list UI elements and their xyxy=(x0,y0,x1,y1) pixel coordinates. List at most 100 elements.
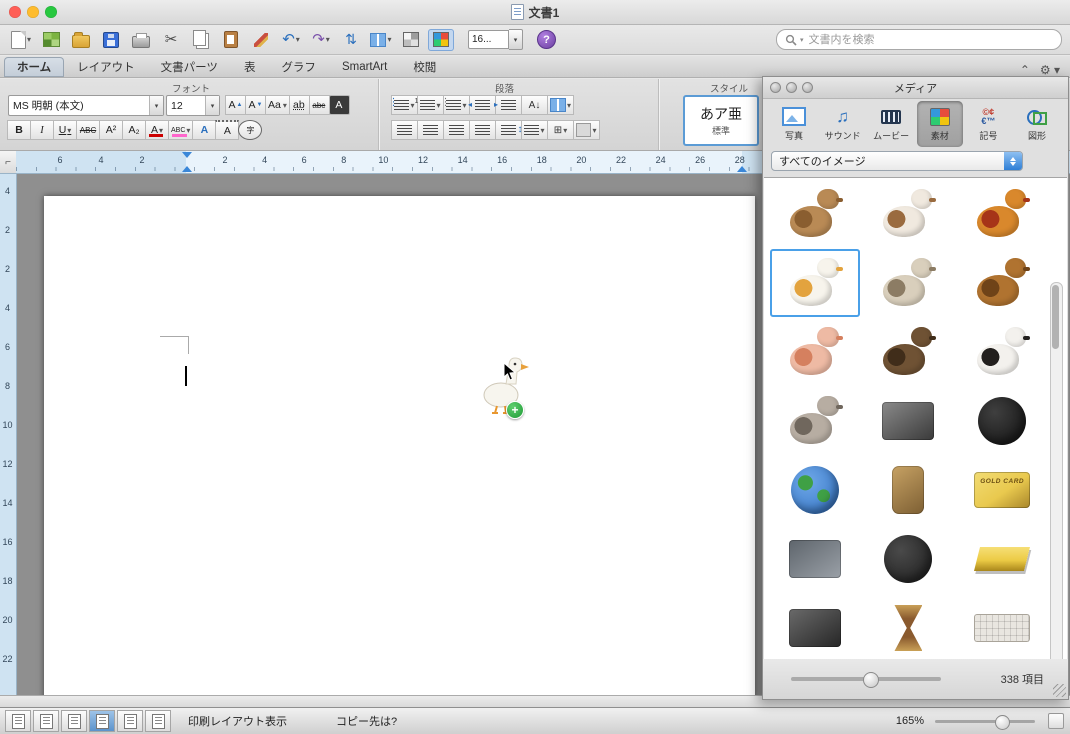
search-scope-arrow-icon[interactable]: ▾ xyxy=(800,36,804,44)
font-button-underline[interactable]: U ▾ xyxy=(53,120,77,140)
first-line-indent-marker[interactable] xyxy=(182,152,192,158)
font-button-superscript[interactable]: A² xyxy=(99,120,123,140)
dropdown-arrow-icon[interactable]: ▾ xyxy=(296,35,300,44)
toolbar-button-copy[interactable] xyxy=(188,29,214,51)
view-button-focus-view[interactable] xyxy=(145,710,171,732)
toolbar-button-format-painter[interactable] xyxy=(248,29,274,51)
font-button-phonetic-guide[interactable]: ab xyxy=(288,95,310,115)
paragraph-button-align-right[interactable] xyxy=(443,120,470,140)
toolbar-button-open[interactable] xyxy=(68,29,94,51)
media-scrollbar[interactable] xyxy=(1050,282,1063,660)
dropdown-stepper-icon[interactable] xyxy=(1004,152,1022,170)
font-name-arrow-icon[interactable]: ▾ xyxy=(149,96,163,115)
font-button-subscript[interactable]: A₂ xyxy=(122,120,146,140)
clipart-thumb-coin-jar[interactable] xyxy=(864,456,954,524)
toolbar-button-cut[interactable] xyxy=(158,29,184,51)
dropdown-arrow-icon[interactable]: ▾ xyxy=(540,126,544,135)
clipart-thumb-donkey[interactable] xyxy=(864,318,954,386)
paragraph-button-borders[interactable]: ⊞ ▾ xyxy=(547,120,574,140)
clipart-thumb-watering-can[interactable] xyxy=(770,525,860,593)
paragraph-button-sort[interactable]: A↓ xyxy=(521,95,548,115)
clipart-thumb-hourglass[interactable] xyxy=(864,594,954,660)
media-filter-dropdown[interactable]: すべてのイメージ xyxy=(771,151,1023,171)
view-button-publishing-view[interactable] xyxy=(61,710,87,732)
font-button-font-color[interactable]: A ▾ xyxy=(145,120,169,140)
view-button-notebook-view[interactable] xyxy=(117,710,143,732)
dropdown-arrow-icon[interactable]: ▾ xyxy=(592,126,596,135)
media-tab-photos[interactable]: 写真 xyxy=(771,101,817,147)
gear-icon[interactable]: ⚙ ▾ xyxy=(1040,63,1060,77)
dropdown-arrow-icon[interactable]: ▾ xyxy=(563,126,567,135)
thumbnail-size-knob[interactable] xyxy=(863,672,879,688)
media-tab-clipart[interactable]: 素材 xyxy=(916,101,963,147)
paragraph-button-line-spacing[interactable]: ▾ xyxy=(517,120,548,140)
search-field[interactable]: ▾ xyxy=(776,29,1062,50)
dropdown-arrow-icon[interactable]: ▾ xyxy=(387,35,391,44)
fit-page-button[interactable] xyxy=(1048,713,1064,729)
paragraph-button-multilevel-list[interactable]: ▾ xyxy=(440,95,470,115)
help-button[interactable]: ? xyxy=(537,30,556,49)
font-button-highlight[interactable]: ABC ▾ xyxy=(168,120,194,140)
clipart-thumb-kitten[interactable] xyxy=(770,387,860,455)
clipart-thumb-fuel-gauge[interactable] xyxy=(957,387,1047,455)
ribbon-tab[interactable]: レイアウト xyxy=(64,57,148,77)
font-button-character-border[interactable]: A xyxy=(328,95,350,115)
ribbon-tab[interactable]: 文書パーツ xyxy=(148,57,231,77)
clipart-thumb-rabbit[interactable] xyxy=(770,180,860,248)
dropdown-arrow-icon[interactable]: ▾ xyxy=(283,101,287,110)
zoom-slider-knob[interactable] xyxy=(995,714,1010,730)
ribbon-tab[interactable]: 表 xyxy=(231,57,269,77)
view-button-draft-view[interactable] xyxy=(5,710,31,732)
dropdown-arrow-icon[interactable]: ▾ xyxy=(462,101,466,110)
font-button-enclose-character[interactable]: 字 xyxy=(238,120,263,140)
toolbar-button-new-document[interactable]: ▾ xyxy=(8,29,34,51)
paragraph-button-columns-layout[interactable]: ▾ xyxy=(547,95,575,115)
clipart-thumb-globe[interactable] xyxy=(770,456,860,524)
paragraph-button-decrease-indent[interactable] xyxy=(468,95,496,115)
clipart-thumb-cash-register[interactable] xyxy=(864,387,954,455)
font-button-grow-font[interactable]: A ▲ xyxy=(225,95,246,115)
media-tab-symbols[interactable]: ©¢ €™ 記号 xyxy=(965,101,1011,147)
dropdown-arrow-icon[interactable]: ▾ xyxy=(326,35,330,44)
clipart-thumb-gold-card[interactable]: GOLD CARD xyxy=(957,456,1047,524)
toolbar-button-save[interactable] xyxy=(98,29,124,51)
clipart-thumb-horse[interactable] xyxy=(957,249,1047,317)
toolbar-button-media-browser[interactable] xyxy=(428,28,454,51)
thumbnail-size-slider[interactable] xyxy=(791,672,941,688)
media-tab-movies[interactable]: ムービー xyxy=(868,101,914,147)
toolbar-button-print[interactable] xyxy=(128,29,154,51)
right-indent-marker[interactable] xyxy=(737,166,747,172)
document-page[interactable] xyxy=(44,196,755,695)
view-button-print-layout-view[interactable] xyxy=(89,710,115,732)
paragraph-button-justify[interactable] xyxy=(469,120,496,140)
ribbon-tab[interactable]: ホーム xyxy=(4,57,65,77)
toolbar-button-columns[interactable]: ▾ xyxy=(368,29,394,51)
toolbar-button-undo[interactable]: ▾ xyxy=(278,29,304,51)
ribbon-tab[interactable]: SmartArt xyxy=(329,57,400,77)
toolbar-button-paste[interactable] xyxy=(218,29,244,51)
toolbar-button-reorder[interactable] xyxy=(338,29,364,51)
collapse-ribbon-icon[interactable]: ⌃ xyxy=(1020,63,1030,77)
font-button-change-case[interactable]: Aa ▾ xyxy=(265,95,290,115)
paragraph-button-align-center[interactable] xyxy=(417,120,444,140)
zoom-slider[interactable] xyxy=(935,714,1035,730)
font-name-combo[interactable]: MS 明朝 (本文) ▾ xyxy=(8,95,164,116)
font-button-text-effects[interactable]: A xyxy=(192,120,217,140)
clipart-thumb-dog[interactable] xyxy=(864,180,954,248)
paragraph-button-shading[interactable]: ▾ xyxy=(573,120,600,140)
font-size-arrow-icon[interactable]: ▾ xyxy=(205,96,219,115)
clipart-thumb-cash-drawer[interactable] xyxy=(770,594,860,660)
ribbon-tab[interactable]: グラフ xyxy=(268,57,329,77)
zoom-combo[interactable]: 16... ▾ xyxy=(468,29,523,50)
clipart-thumb-keyboard[interactable] xyxy=(957,594,1047,660)
font-button-italic[interactable]: I xyxy=(30,120,54,140)
font-button-clear-formatting[interactable]: abc xyxy=(308,95,330,115)
font-button-strikethrough[interactable]: ABC xyxy=(76,120,100,140)
clipart-thumb-sheep[interactable] xyxy=(864,249,954,317)
toolbar-button-toolbox[interactable] xyxy=(398,29,424,51)
media-scrollbar-thumb[interactable] xyxy=(1052,285,1059,349)
dropdown-arrow-icon[interactable]: ▾ xyxy=(567,101,571,110)
paragraph-button-increase-indent[interactable] xyxy=(494,95,522,115)
clipart-thumb-rooster[interactable] xyxy=(957,180,1047,248)
clipart-thumb-pig[interactable] xyxy=(770,318,860,386)
